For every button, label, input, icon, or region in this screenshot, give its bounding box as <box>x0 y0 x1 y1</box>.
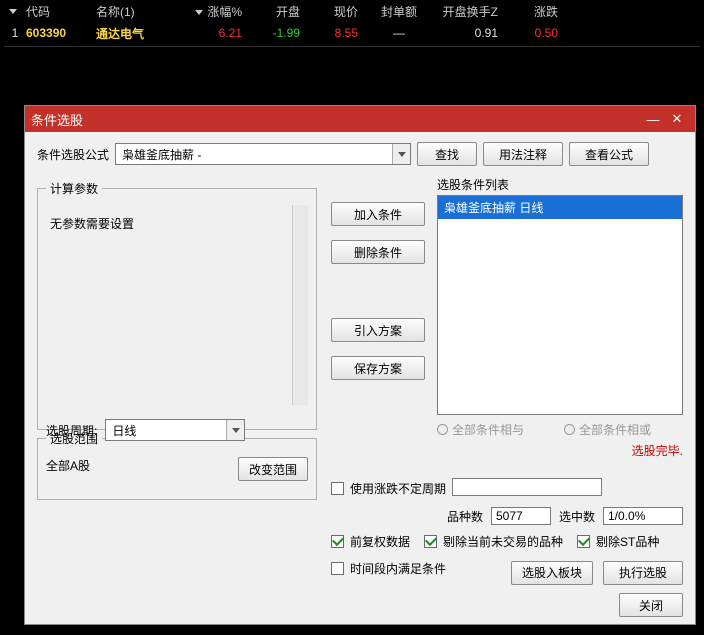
close-button[interactable]: 关闭 <box>619 593 683 617</box>
col-pct-label: 涨幅% <box>207 5 242 19</box>
radio-or-label: 全部条件相或 <box>579 421 651 438</box>
import-plan-button[interactable]: 引入方案 <box>331 318 425 342</box>
use-period-input[interactable] <box>452 478 602 496</box>
cell-open: -1.99 <box>248 26 306 40</box>
add-condition-button[interactable]: 加入条件 <box>331 202 425 226</box>
cell-turn: 0.91 <box>434 26 504 40</box>
col-name[interactable]: 名称(1) <box>96 3 186 20</box>
period-value: 日线 <box>106 422 226 439</box>
hit-value: 1/0.0% <box>603 507 683 525</box>
fq-checkbox[interactable] <box>331 535 344 548</box>
radio-icon <box>437 424 448 435</box>
formula-value: 枭雄釜底抽薪 - <box>116 146 392 163</box>
radio-row: 全部条件相与 全部条件相或 <box>437 421 683 438</box>
remove-untraded-checkbox[interactable] <box>424 535 437 548</box>
col-seal[interactable]: 封单额 <box>364 3 434 20</box>
stock-table: 代码 名称(1) 涨幅% 开盘 现价 封单额 开盘换手Z 涨跌 1 603390… <box>0 0 704 47</box>
left-column: 计算参数 无参数需要设置 选股周期: 日线 选股范围 全部A股 改变 <box>37 180 317 500</box>
col-open[interactable]: 开盘 <box>248 3 306 20</box>
cell-seal: — <box>364 26 434 40</box>
hit-label: 选中数 <box>559 508 595 525</box>
save-plan-button[interactable]: 保存方案 <box>331 356 425 380</box>
condition-list-label: 选股条件列表 <box>437 176 683 193</box>
radio-and-label: 全部条件相与 <box>452 421 524 438</box>
remove-st-label: 剔除ST品种 <box>596 533 659 550</box>
col-turn[interactable]: 开盘换手Z <box>434 3 504 20</box>
row-divider <box>4 46 700 47</box>
cell-price: 8.55 <box>306 26 364 40</box>
use-period-row: 使用涨跌不定周期 <box>331 478 683 499</box>
mid-buttons: 加入条件 删除条件 引入方案 保存方案 <box>331 202 425 380</box>
action-row: 时间段内满足条件 选股入板块 执行选股 <box>331 560 683 585</box>
cell-name: 通达电气 <box>96 25 186 42</box>
condition-list-item[interactable]: 枭雄釜底抽薪 日线 <box>438 196 682 219</box>
use-period-label: 使用涨跌不定周期 <box>350 480 446 497</box>
formula-label: 条件选股公式 <box>37 146 109 163</box>
cell-pct: 6.21 <box>186 26 248 40</box>
right-column: 选股条件列表 枭雄釜底抽薪 日线 全部条件相与 全部条件相或 选股完毕. <box>437 176 683 459</box>
params-text: 无参数需要设置 <box>46 205 292 405</box>
col-price[interactable]: 现价 <box>306 3 364 20</box>
scope-legend: 选股范围 <box>46 430 102 447</box>
params-group: 计算参数 无参数需要设置 选股周期: 日线 <box>37 180 317 430</box>
close-icon[interactable]: ✕ <box>665 111 689 127</box>
condition-list[interactable]: 枭雄釜底抽薪 日线 <box>437 195 683 415</box>
change-scope-button[interactable]: 改变范围 <box>238 457 308 481</box>
cell-chg: 0.50 <box>504 26 564 40</box>
condition-dialog: 条件选股 — ✕ 条件选股公式 枭雄釜底抽薪 - 查找 用法注释 查看公式 计算… <box>24 105 696 625</box>
chevron-down-icon[interactable] <box>392 144 410 164</box>
dialog-title: 条件选股 <box>31 110 641 129</box>
formula-combo[interactable]: 枭雄釜底抽薪 - <box>115 143 411 165</box>
params-legend: 计算参数 <box>46 180 102 197</box>
use-period-checkbox[interactable] <box>331 482 344 495</box>
period-combo[interactable]: 日线 <box>105 419 245 441</box>
delete-condition-button[interactable]: 删除条件 <box>331 240 425 264</box>
minimize-icon[interactable]: — <box>641 112 665 127</box>
formula-row: 条件选股公式 枭雄釜底抽薪 - 查找 用法注释 查看公式 <box>37 142 683 166</box>
view-formula-button[interactable]: 查看公式 <box>569 142 649 166</box>
scope-text: 全部A股 <box>46 457 90 474</box>
radio-and[interactable]: 全部条件相与 <box>437 421 524 438</box>
col-chg[interactable]: 涨跌 <box>504 3 564 20</box>
options-row: 前复权数据 剔除当前未交易的品种 剔除ST品种 <box>331 533 683 550</box>
count-value: 5077 <box>491 507 551 525</box>
cell-idx: 1 <box>4 26 26 40</box>
to-block-button[interactable]: 选股入板块 <box>511 561 593 585</box>
col-pct[interactable]: 涨幅% <box>186 3 248 20</box>
col-code[interactable]: 代码 <box>26 3 96 20</box>
radio-icon <box>564 424 575 435</box>
find-button[interactable]: 查找 <box>417 142 477 166</box>
radio-or[interactable]: 全部条件相或 <box>564 421 651 438</box>
counts-row: 品种数 5077 选中数 1/0.0% <box>331 507 683 525</box>
run-button[interactable]: 执行选股 <box>603 561 683 585</box>
count-label: 品种数 <box>447 508 483 525</box>
sort-icon <box>9 9 17 14</box>
dialog-body: 条件选股公式 枭雄釜底抽薪 - 查找 用法注释 查看公式 计算参数 无参数需要设… <box>25 132 695 624</box>
time-range-checkbox[interactable] <box>331 562 344 575</box>
done-text: 选股完毕. <box>437 442 683 459</box>
time-range-label: 时间段内满足条件 <box>350 560 446 577</box>
close-row: 关闭 <box>331 593 683 617</box>
title-bar[interactable]: 条件选股 — ✕ <box>25 106 695 132</box>
sort-icon <box>195 10 203 15</box>
cell-code: 603390 <box>26 26 96 40</box>
chevron-down-icon[interactable] <box>226 420 244 440</box>
stock-table-header: 代码 名称(1) 涨幅% 开盘 现价 封单额 开盘换手Z 涨跌 <box>0 0 704 22</box>
bottom-area: 使用涨跌不定周期 品种数 5077 选中数 1/0.0% 前复权数据 剔除当前未… <box>331 478 683 617</box>
fq-label: 前复权数据 <box>350 533 410 550</box>
params-scrollbar[interactable] <box>292 205 308 405</box>
remove-untraded-label: 剔除当前未交易的品种 <box>443 533 563 550</box>
remove-st-checkbox[interactable] <box>577 535 590 548</box>
stock-row[interactable]: 1 603390 通达电气 6.21 -1.99 8.55 — 0.91 0.5… <box>0 22 704 44</box>
usage-button[interactable]: 用法注释 <box>483 142 563 166</box>
